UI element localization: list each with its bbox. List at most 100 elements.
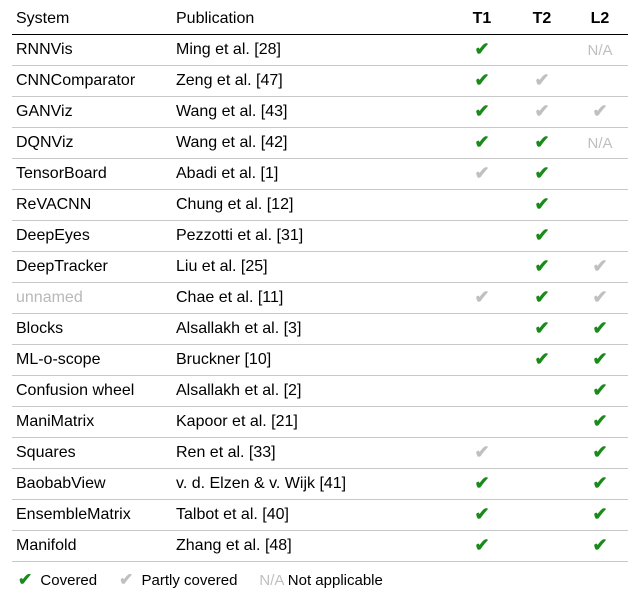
publication-cell: Alsallakh et al. [2] (172, 376, 452, 407)
table-row: unnamedChae et al. [11]✔✔✔ (12, 283, 628, 314)
check-icon: ✔ (534, 101, 549, 121)
publication-cell: Zeng et al. [47] (172, 66, 452, 97)
check-icon: ✔ (592, 256, 607, 276)
header-l2: L2 (572, 6, 628, 35)
symbol-cell: ✔ (572, 376, 628, 407)
symbol-cell: ✔ (572, 97, 628, 128)
header-row: System Publication T1 T2 L2 (12, 6, 628, 35)
table-row: ManifoldZhang et al. [48] ✔ ✔ (12, 531, 628, 562)
symbol-cell (512, 438, 572, 469)
publication-cell: Alsallakh et al. [3] (172, 314, 452, 345)
check-icon: ✔ (592, 287, 607, 307)
symbol-cell: ✔ (572, 345, 628, 376)
table-row: TensorBoardAbadi et al. [1] ✔ ✔ (12, 159, 628, 190)
na-label: N/A (259, 572, 283, 589)
check-icon: ✔ (592, 442, 607, 462)
symbol-cell: ✔ (452, 500, 512, 531)
check-icon: ✔ (474, 535, 489, 555)
check-icon: ✔ (534, 256, 549, 276)
check-icon: ✔ (474, 163, 489, 183)
na-text: N/A (587, 42, 612, 59)
symbol-cell (572, 159, 628, 190)
symbol-cell (452, 252, 512, 283)
check-icon: ✔ (534, 318, 549, 338)
symbol-cell: ✔ (452, 438, 512, 469)
symbol-cell (512, 531, 572, 562)
symbol-cell: ✔ (452, 35, 512, 66)
system-cell: Confusion wheel (12, 376, 172, 407)
system-cell: GANViz (12, 97, 172, 128)
publication-cell: v. d. Elzen & v. Wijk [41] (172, 469, 452, 500)
symbol-cell (452, 407, 512, 438)
symbol-cell (572, 221, 628, 252)
na-text: N/A (587, 135, 612, 152)
legend-na-label: Not applicable (288, 572, 383, 589)
symbol-cell: ✔ (572, 469, 628, 500)
symbol-cell (512, 407, 572, 438)
symbol-cell: ✔ (572, 314, 628, 345)
symbol-cell: ✔ (452, 159, 512, 190)
system-cell: ManiMatrix (12, 407, 172, 438)
check-icon: ✔ (534, 70, 549, 90)
legend-covered: ✔ Covered (18, 570, 97, 590)
symbol-cell: ✔ (512, 345, 572, 376)
symbol-cell: ✔ (572, 531, 628, 562)
check-icon: ✔ (534, 163, 549, 183)
table-row: BaobabViewv. d. Elzen & v. Wijk [41]✔✔ (12, 469, 628, 500)
table-row: DeepTrackerLiu et al. [25] ✔ ✔ (12, 252, 628, 283)
system-cell: CNNComparator (12, 66, 172, 97)
symbol-cell: ✔ (452, 66, 512, 97)
check-icon: ✔ (534, 132, 549, 152)
system-cell: Manifold (12, 531, 172, 562)
symbol-cell: ✔ (512, 221, 572, 252)
check-icon: ✔ (534, 194, 549, 214)
symbol-cell (572, 190, 628, 221)
symbol-cell: ✔ (452, 97, 512, 128)
system-cell: ML-o-scope (12, 345, 172, 376)
symbol-cell: ✔ (452, 128, 512, 159)
publication-cell: Wang et al. [43] (172, 97, 452, 128)
table-row: ReVACNNChung et al. [12]✔ (12, 190, 628, 221)
check-icon: ✔ (592, 380, 607, 400)
system-cell: RNNVis (12, 35, 172, 66)
legend: ✔ Covered ✔ Partly covered N/A Not appli… (12, 570, 628, 590)
system-cell: unnamed (12, 283, 172, 314)
table-row: Confusion wheelAlsallakh et al. [2] ✔ (12, 376, 628, 407)
publication-cell: Chae et al. [11] (172, 283, 452, 314)
check-icon: ✔ (592, 101, 607, 121)
check-icon: ✔ (18, 570, 32, 589)
legend-na: N/A Not applicable (259, 572, 382, 589)
check-icon: ✔ (534, 287, 549, 307)
check-icon: ✔ (474, 101, 489, 121)
publication-cell: Ren et al. [33] (172, 438, 452, 469)
symbol-cell: ✔ (512, 159, 572, 190)
symbol-cell: N/A (572, 35, 628, 66)
table-row: RNNVisMing et al. [28]✔ N/A (12, 35, 628, 66)
symbol-cell: ✔ (512, 283, 572, 314)
publication-cell: Bruckner [10] (172, 345, 452, 376)
system-cell: TensorBoard (12, 159, 172, 190)
symbol-cell: ✔ (512, 128, 572, 159)
publication-cell: Ming et al. [28] (172, 35, 452, 66)
publication-cell: Chung et al. [12] (172, 190, 452, 221)
symbol-cell (452, 345, 512, 376)
legend-partly-label: Partly covered (142, 572, 238, 589)
symbol-cell: ✔ (512, 66, 572, 97)
check-icon: ✔ (474, 473, 489, 493)
table-row: SquaresRen et al. [33]✔✔ (12, 438, 628, 469)
symbol-cell: ✔ (572, 283, 628, 314)
publication-cell: Liu et al. [25] (172, 252, 452, 283)
system-cell: DQNViz (12, 128, 172, 159)
symbol-cell (452, 314, 512, 345)
symbol-cell (452, 221, 512, 252)
symbol-cell (512, 469, 572, 500)
system-cell: DeepTracker (12, 252, 172, 283)
symbol-cell: ✔ (512, 252, 572, 283)
table-row: BlocksAlsallakh et al. [3]✔✔ (12, 314, 628, 345)
publication-cell: Kapoor et al. [21] (172, 407, 452, 438)
symbol-cell (512, 500, 572, 531)
publication-cell: Abadi et al. [1] (172, 159, 452, 190)
publication-cell: Zhang et al. [48] (172, 531, 452, 562)
systems-table: System Publication T1 T2 L2 RNNVisMing e… (12, 6, 628, 562)
check-icon: ✔ (474, 442, 489, 462)
